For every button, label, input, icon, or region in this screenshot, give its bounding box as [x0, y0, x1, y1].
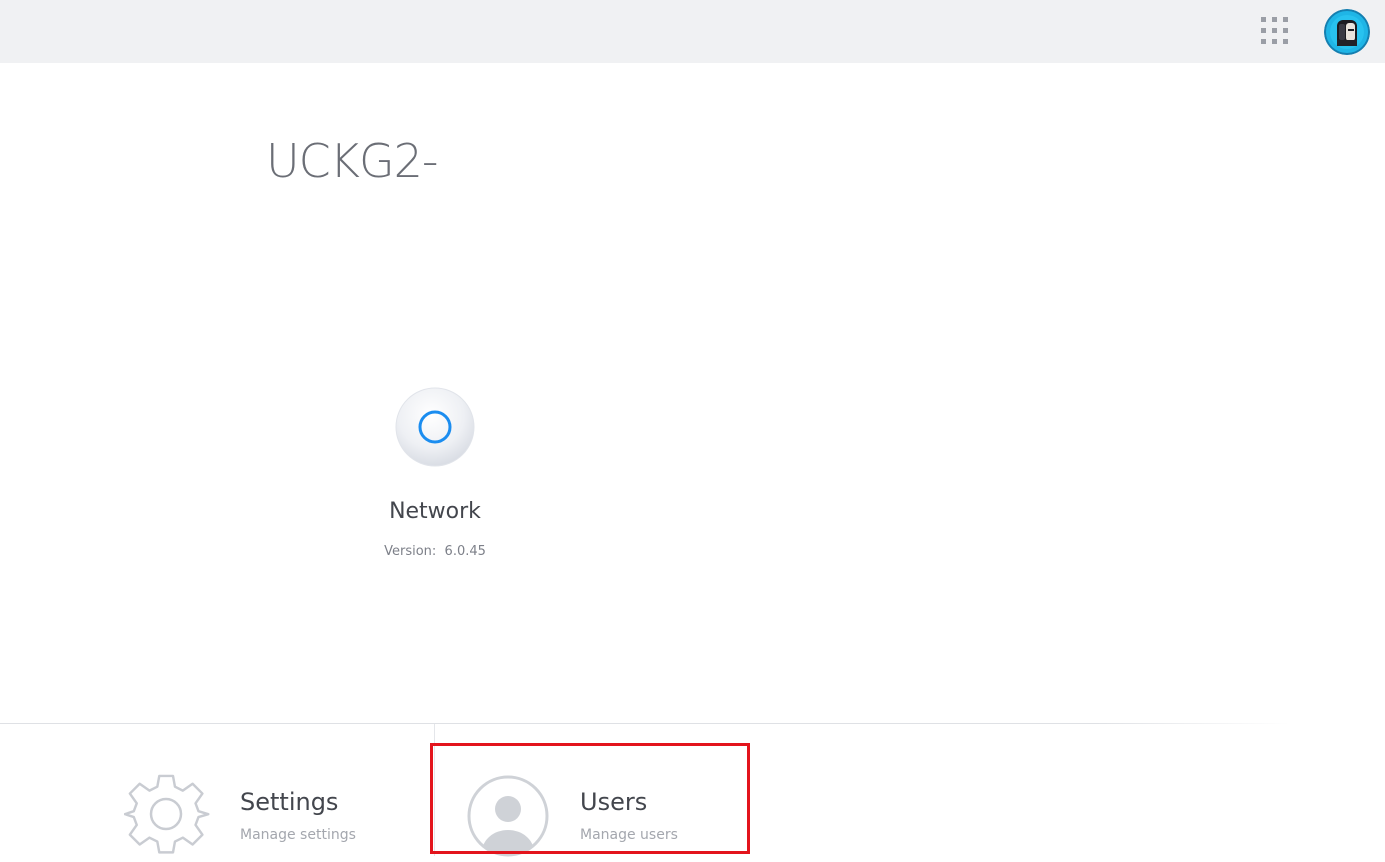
apps-grid-icon[interactable]: [1261, 17, 1289, 45]
top-bar: [0, 0, 1385, 63]
users-card[interactable]: Users Manage users: [462, 760, 762, 858]
console-name: UCKG2-: [266, 134, 438, 188]
users-title: Users: [580, 788, 648, 816]
app-tile-network[interactable]: Network Version: 6.0.45: [355, 382, 515, 572]
settings-subtitle: Manage settings: [240, 827, 356, 843]
gear-icon: [123, 772, 210, 858]
users-subtitle: Manage users: [580, 827, 678, 843]
bottom-divider: [0, 723, 1290, 724]
app-name: Network: [389, 499, 481, 524]
user-avatar[interactable]: [1324, 9, 1370, 55]
app-version: Version: 6.0.45: [355, 544, 515, 559]
user-icon: [466, 774, 550, 858]
app-version-label: Version:: [384, 544, 437, 559]
unifi-network-icon: [395, 387, 475, 467]
settings-card[interactable]: Settings Manage settings: [120, 760, 420, 856]
vertical-divider: [434, 724, 435, 856]
settings-title: Settings: [240, 788, 339, 816]
app-version-number: 6.0.45: [444, 544, 486, 559]
